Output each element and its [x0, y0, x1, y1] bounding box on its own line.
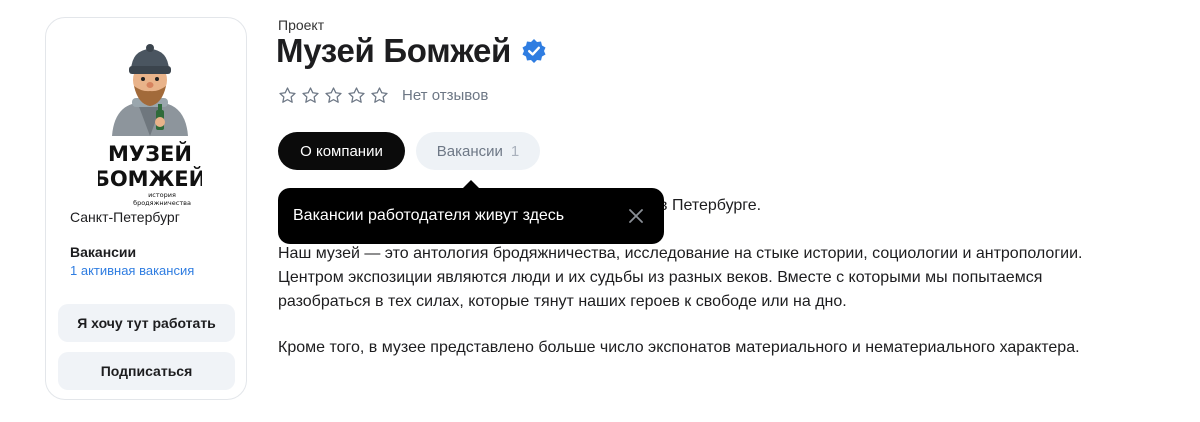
- svg-text:бродяжничества: бродяжничества: [133, 199, 191, 207]
- tooltip-text: Вакансии работодателя живут здесь: [293, 207, 565, 224]
- subscribe-button[interactable]: Подписаться: [58, 352, 235, 390]
- svg-text:БОМЖЕЙ: БОМЖЕЙ: [98, 166, 202, 191]
- tab-label: О компании: [300, 142, 383, 160]
- description-paragraph-2: Наш музей — это антология бродяжничества…: [278, 245, 1083, 310]
- company-logo: МУЗЕЙ БОМЖЕЙ история бродяжничества: [98, 44, 202, 207]
- verified-check-icon: [522, 39, 546, 63]
- description-paragraph-3: Кроме того, в музее представлено больше …: [278, 339, 1080, 356]
- star-empty-icon[interactable]: [370, 86, 389, 105]
- active-vacancies-link[interactable]: 1 активная вакансия: [70, 263, 194, 278]
- star-empty-icon[interactable]: [278, 86, 297, 105]
- star-empty-icon[interactable]: [301, 86, 320, 105]
- want-to-work-button[interactable]: Я хочу тут работать: [58, 304, 235, 342]
- vacancies-title: Вакансии: [70, 244, 137, 260]
- description-visible-text: в Петербурге.: [659, 197, 762, 214]
- vacancies-count-badge: 1: [510, 142, 520, 160]
- rating: Нет отзывов: [278, 86, 488, 105]
- tab-vacancies[interactable]: Вакансии 1: [416, 132, 540, 170]
- svg-text:МУЗЕЙ: МУЗЕЙ: [108, 141, 192, 166]
- tab-label: Вакансии: [436, 142, 503, 160]
- logo-character-icon: [112, 44, 188, 136]
- project-label: Проект: [278, 17, 325, 33]
- close-icon[interactable]: [628, 208, 644, 224]
- vacancies-tooltip: Вакансии работодателя живут здесь: [278, 188, 664, 244]
- company-card: МУЗЕЙ БОМЖЕЙ история бродяжничества Санк…: [45, 17, 247, 400]
- company-name: Музей Бомжей: [276, 32, 512, 69]
- star-empty-icon[interactable]: [324, 86, 343, 105]
- company-city: Санкт-Петербург: [70, 209, 180, 225]
- svg-text:история: история: [148, 191, 176, 199]
- reviews-link[interactable]: Нет отзывов: [402, 87, 488, 104]
- company-title: Музей Бомжей: [276, 32, 547, 70]
- tab-about-company[interactable]: О компании: [278, 132, 405, 170]
- star-empty-icon[interactable]: [347, 86, 366, 105]
